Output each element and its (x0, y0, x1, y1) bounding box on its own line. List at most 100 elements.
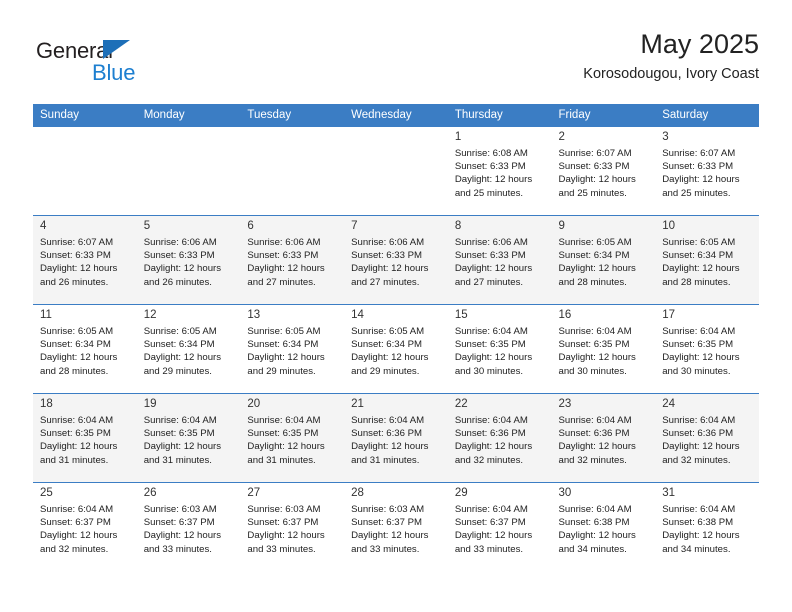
day-cell[interactable]: 20 Sunrise: 6:04 AM Sunset: 6:35 PM Dayligh… (240, 393, 345, 482)
calendar-cell: 30 Sunrise: 6:04 AM Sunset: 6:38 PM Dayligh… (551, 482, 656, 571)
day-cell[interactable]: 26 Sunrise: 6:03 AM Sunset: 6:37 PM Dayligh… (136, 482, 241, 571)
day-cell[interactable]: 3 Sunrise: 6:07 AM Sunset: 6:33 PM Daylight… (655, 126, 759, 215)
day-sun-info: Sunrise: 6:03 AM Sunset: 6:37 PM Daylight:… (344, 502, 448, 556)
daylight-text-line1: Daylight: 12 hours (351, 352, 429, 364)
calendar-cell: 9 Sunrise: 6:05 AM Sunset: 6:34 PM Daylight… (551, 215, 656, 304)
sunset-text: Sunset: 6:35 PM (247, 428, 319, 440)
logo-text-blue: Blue (92, 60, 136, 85)
day-cell[interactable]: 16 Sunrise: 6:04 AM Sunset: 6:35 PM Dayligh… (551, 304, 656, 393)
day-sun-info: Sunrise: 6:05 AM Sunset: 6:34 PM Daylight:… (655, 235, 759, 289)
day-sun-info: Sunrise: 6:05 AM Sunset: 6:34 PM Daylight:… (240, 324, 344, 378)
day-cell[interactable]: 23 Sunrise: 6:04 AM Sunset: 6:36 PM Dayligh… (551, 393, 656, 482)
sunrise-text: Sunrise: 6:04 AM (247, 415, 321, 426)
sunset-text: Sunset: 6:33 PM (662, 161, 734, 173)
sunrise-text: Sunrise: 6:06 AM (454, 237, 528, 248)
daylight-text-line1: Daylight: 12 hours (558, 174, 636, 186)
daylight-text-line2: and 27 minutes. (247, 276, 316, 288)
daylight-text-line2: and 33 minutes. (351, 543, 420, 555)
day-cell[interactable]: 5 Sunrise: 6:06 AM Sunset: 6:33 PM Daylight… (136, 215, 241, 304)
calendar-cell: 4 Sunrise: 6:07 AM Sunset: 6:33 PM Daylight… (33, 215, 137, 304)
day-cell[interactable]: 2 Sunrise: 6:07 AM Sunset: 6:33 PM Daylight… (551, 126, 656, 215)
day-cell[interactable]: 21 Sunrise: 6:04 AM Sunset: 6:36 PM Dayligh… (344, 393, 448, 482)
daylight-text-line2: and 25 minutes. (454, 187, 524, 199)
day-cell[interactable]: 22 Sunrise: 6:04 AM Sunset: 6:36 PM Dayligh… (447, 393, 552, 482)
day-cell[interactable]: 27 Sunrise: 6:03 AM Sunset: 6:37 PM Dayligh… (240, 482, 345, 571)
day-number: 15 (454, 309, 468, 321)
calendar-cell: 2 Sunrise: 6:07 AM Sunset: 6:33 PM Daylight… (551, 126, 656, 215)
empty-day-cell (344, 126, 448, 215)
sunrise-text: Sunrise: 6:04 AM (558, 504, 632, 515)
day-cell[interactable]: 15 Sunrise: 6:04 AM Sunset: 6:35 PM Dayligh… (447, 304, 552, 393)
daylight-text-line2: and 31 minutes. (247, 454, 316, 466)
calendar-cell-empty (136, 126, 241, 215)
daylight-text-line2: and 27 minutes. (454, 276, 524, 288)
day-cell[interactable]: 28 Sunrise: 6:03 AM Sunset: 6:37 PM Dayligh… (344, 482, 448, 571)
day-cell[interactable]: 29 Sunrise: 6:04 AM Sunset: 6:37 PM Dayligh… (447, 482, 552, 571)
day-cell[interactable]: 13 Sunrise: 6:05 AM Sunset: 6:34 PM Dayligh… (240, 304, 345, 393)
day-cell[interactable]: 18 Sunrise: 6:04 AM Sunset: 6:35 PM Dayligh… (33, 393, 137, 482)
sunset-text: Sunset: 6:37 PM (40, 517, 111, 529)
day-cell[interactable]: 19 Sunrise: 6:04 AM Sunset: 6:35 PM Dayligh… (136, 393, 241, 482)
day-sun-info: Sunrise: 6:04 AM Sunset: 6:36 PM Daylight:… (448, 413, 552, 467)
calendar-cell: 13 Sunrise: 6:05 AM Sunset: 6:34 PM Dayligh… (240, 304, 345, 393)
sunrise-text: Sunrise: 6:04 AM (143, 415, 217, 426)
daylight-text-line2: and 29 minutes. (143, 365, 212, 377)
sunset-text: Sunset: 6:37 PM (454, 517, 526, 529)
calendar-cell: 18 Sunrise: 6:04 AM Sunset: 6:35 PM Dayligh… (33, 393, 137, 482)
day-cell[interactable]: 14 Sunrise: 6:05 AM Sunset: 6:34 PM Dayligh… (344, 304, 448, 393)
sunrise-text: Sunrise: 6:05 AM (247, 326, 321, 337)
sunset-text: Sunset: 6:35 PM (662, 339, 734, 351)
daylight-text-line1: Daylight: 12 hours (558, 263, 636, 275)
sunset-text: Sunset: 6:33 PM (454, 161, 526, 173)
day-number: 16 (558, 309, 572, 321)
day-sun-info: Sunrise: 6:04 AM Sunset: 6:38 PM Daylight:… (552, 502, 656, 556)
day-cell[interactable]: 6 Sunrise: 6:06 AM Sunset: 6:33 PM Daylight… (240, 215, 345, 304)
sunrise-text: Sunrise: 6:04 AM (662, 415, 736, 426)
day-cell[interactable]: 31 Sunrise: 6:04 AM Sunset: 6:38 PM Dayligh… (655, 482, 759, 571)
sunset-text: Sunset: 6:37 PM (351, 517, 423, 529)
day-cell[interactable]: 12 Sunrise: 6:05 AM Sunset: 6:34 PM Dayligh… (136, 304, 241, 393)
day-cell[interactable]: 8 Sunrise: 6:06 AM Sunset: 6:33 PM Daylight… (447, 215, 552, 304)
daylight-text-line2: and 30 minutes. (662, 365, 731, 377)
general-blue-logo[interactable]: General Blue (33, 28, 263, 90)
empty-day-cell (33, 126, 137, 215)
calendar-week-row: 25 Sunrise: 6:04 AM Sunset: 6:37 PM Dayligh… (33, 482, 759, 571)
sunset-text: Sunset: 6:36 PM (558, 428, 630, 440)
day-sun-info: Sunrise: 6:04 AM Sunset: 6:37 PM Daylight:… (448, 502, 552, 556)
calendar-cell: 16 Sunrise: 6:04 AM Sunset: 6:35 PM Dayligh… (551, 304, 656, 393)
sunrise-text: Sunrise: 6:03 AM (247, 504, 321, 515)
calendar-page: General Blue May 2025 Korosodougou, Ivor… (0, 0, 792, 612)
day-number: 4 (40, 220, 47, 232)
day-cell[interactable]: 11 Sunrise: 6:05 AM Sunset: 6:34 PM Dayligh… (33, 304, 137, 393)
day-number: 11 (40, 309, 52, 321)
day-cell[interactable]: 17 Sunrise: 6:04 AM Sunset: 6:35 PM Dayligh… (655, 304, 759, 393)
day-number: 12 (143, 309, 157, 321)
daylight-text-line1: Daylight: 12 hours (662, 263, 740, 275)
sunset-text: Sunset: 6:33 PM (558, 161, 630, 173)
day-cell[interactable]: 7 Sunrise: 6:06 AM Sunset: 6:33 PM Daylight… (344, 215, 448, 304)
daylight-text-line2: and 32 minutes. (454, 454, 524, 466)
sunset-text: Sunset: 6:33 PM (454, 250, 526, 262)
sunset-text: Sunset: 6:33 PM (247, 250, 319, 262)
sunrise-text: Sunrise: 6:05 AM (143, 326, 217, 337)
day-sun-info: Sunrise: 6:06 AM Sunset: 6:33 PM Daylight:… (137, 235, 241, 289)
day-cell[interactable]: 10 Sunrise: 6:05 AM Sunset: 6:34 PM Dayligh… (655, 215, 759, 304)
page-subtitle: Korosodougou, Ivory Coast (583, 66, 759, 82)
daylight-text-line1: Daylight: 12 hours (351, 441, 429, 453)
day-number: 13 (247, 309, 261, 321)
day-cell[interactable]: 24 Sunrise: 6:04 AM Sunset: 6:36 PM Dayligh… (655, 393, 759, 482)
day-cell[interactable]: 30 Sunrise: 6:04 AM Sunset: 6:38 PM Dayligh… (551, 482, 656, 571)
sunset-text: Sunset: 6:34 PM (247, 339, 319, 351)
day-cell[interactable]: 4 Sunrise: 6:07 AM Sunset: 6:33 PM Daylight… (33, 215, 137, 304)
daylight-text-line2: and 32 minutes. (558, 454, 627, 466)
calendar-cell: 19 Sunrise: 6:04 AM Sunset: 6:35 PM Dayligh… (136, 393, 241, 482)
day-number: 20 (247, 398, 261, 410)
sunset-text: Sunset: 6:35 PM (143, 428, 215, 440)
sunrise-text: Sunrise: 6:03 AM (143, 504, 217, 515)
day-cell[interactable]: 25 Sunrise: 6:04 AM Sunset: 6:37 PM Dayligh… (33, 482, 137, 571)
day-number: 1 (454, 131, 462, 143)
sunrise-text: Sunrise: 6:04 AM (40, 415, 114, 426)
day-cell[interactable]: 9 Sunrise: 6:05 AM Sunset: 6:34 PM Daylight… (551, 215, 656, 304)
day-cell[interactable]: 1 Sunrise: 6:08 AM Sunset: 6:33 PM Daylight… (447, 126, 552, 215)
daylight-text-line1: Daylight: 12 hours (662, 174, 740, 186)
